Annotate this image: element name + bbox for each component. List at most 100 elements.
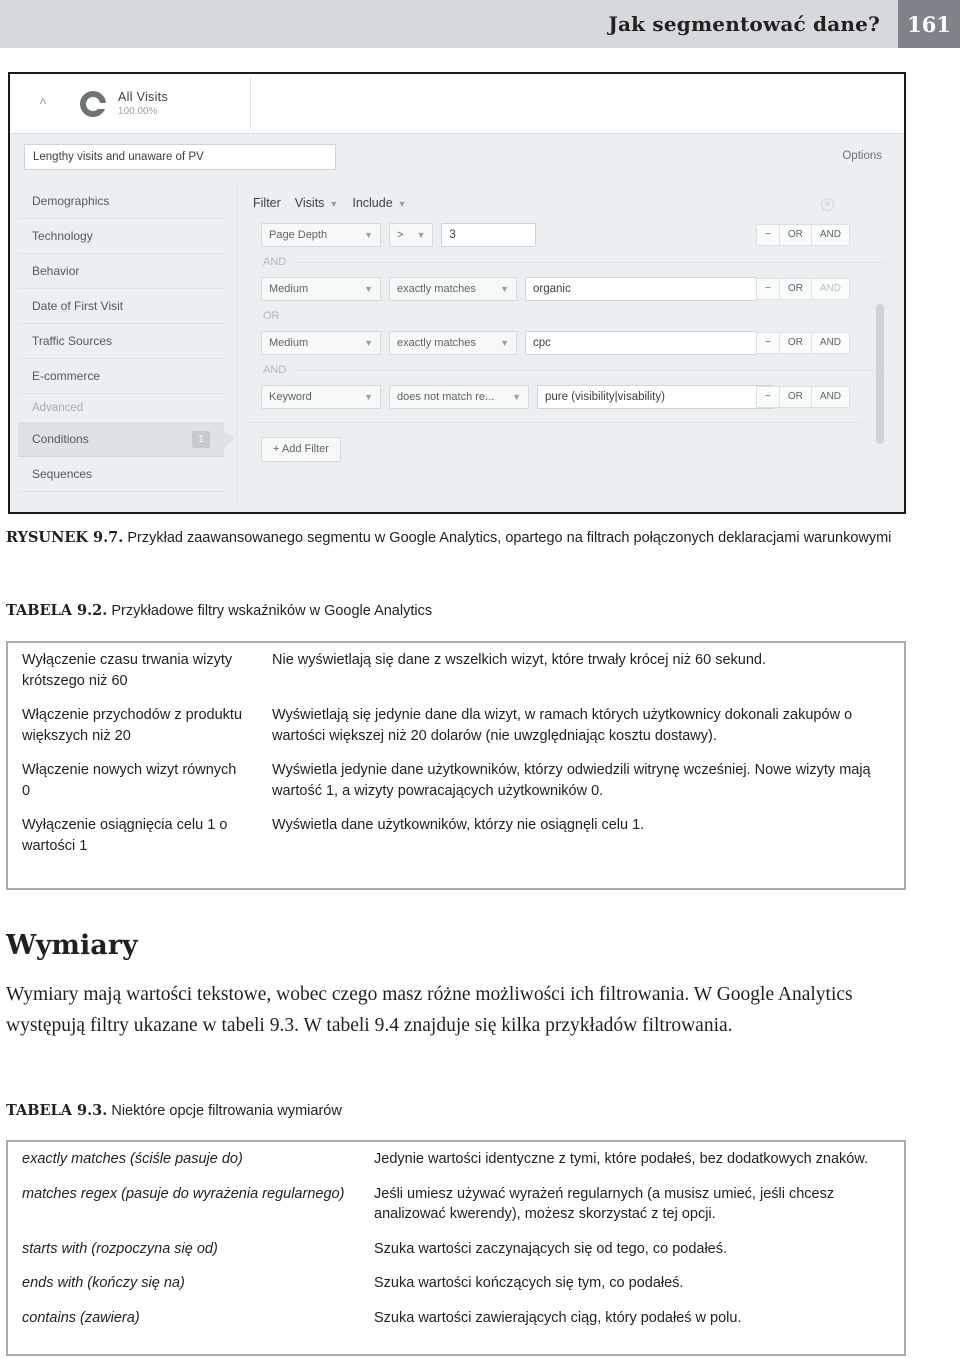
- or-button[interactable]: OR: [778, 279, 811, 299]
- dimension-dropdown[interactable]: Page Depth ▼: [261, 223, 381, 247]
- row-logic-controls[interactable]: − OR AND: [756, 278, 850, 300]
- table-cell-left: contains (zawiera): [22, 1309, 140, 1326]
- chevron-down-icon: ▼: [364, 230, 373, 240]
- sidebar-item-date-of-first-visit[interactable]: Date of First Visit: [18, 289, 224, 324]
- chevron-down-icon: ▼: [364, 338, 373, 348]
- sidebar-item-sequences[interactable]: Sequences: [18, 457, 224, 492]
- table-cell-right: Jedynie wartości identyczne z tymi, któr…: [374, 1151, 869, 1167]
- conditions-filter-panel: Filter Visits ▼ Include ▼ ✕ Page Depth ▼ > ▼…: [236, 184, 886, 504]
- and-button[interactable]: AND: [810, 225, 849, 245]
- and-button[interactable]: AND: [810, 279, 849, 299]
- close-icon[interactable]: ✕: [821, 198, 834, 211]
- table-cell-left: Włączenie nowych wizyt równych 0: [22, 762, 237, 799]
- row-logic-controls[interactable]: − OR AND: [756, 332, 850, 354]
- dimension-dropdown[interactable]: Medium ▼: [261, 331, 381, 355]
- remove-row-button[interactable]: −: [757, 225, 779, 245]
- panel-scrollbar[interactable]: [876, 304, 884, 444]
- running-head: Jak segmentować dane? 161: [0, 0, 960, 48]
- figure-caption-text: Przykład zaawansowanego segmentu w Googl…: [123, 530, 892, 546]
- chevron-down-icon: ▼: [364, 392, 373, 402]
- page-title: Jak segmentować dane?: [608, 12, 880, 36]
- condition-value-input[interactable]: cpc: [525, 331, 757, 355]
- table-cell-right: Szuka wartości zawierających ciąg, który…: [374, 1309, 742, 1326]
- nav-label: Behavior: [32, 264, 80, 278]
- condition-value-input[interactable]: organic: [525, 277, 757, 301]
- table-row: Wyłączenie czasu trwania wizyty krótszeg…: [8, 643, 904, 698]
- table-cell-left: Wyłączenie czasu trwania wizyty krótszeg…: [22, 652, 233, 689]
- condition-value-input[interactable]: pure (visibility|visability): [537, 385, 775, 409]
- and-button[interactable]: AND: [810, 387, 849, 407]
- nav-label: E-commerce: [32, 369, 101, 383]
- figure-caption: RYSUNEK 9.7. Przykład zaawansowanego seg…: [6, 527, 906, 549]
- table-93-caption: TABELA 9.3. Niektóre opcje filtrowania w…: [6, 1100, 906, 1122]
- connector-and: AND: [261, 360, 886, 380]
- dimension-value: Page Depth: [269, 229, 328, 241]
- connector-and: AND: [261, 252, 886, 272]
- sidebar-item-ecommerce[interactable]: E-commerce: [18, 359, 224, 394]
- table-row: Włączenie nowych wizyt równych 0 Wyświet…: [8, 753, 904, 808]
- operator-dropdown[interactable]: exactly matches ▼: [389, 277, 517, 301]
- nav-label: Demographics: [32, 194, 110, 208]
- dimension-dropdown[interactable]: Medium ▼: [261, 277, 381, 301]
- and-button[interactable]: AND: [810, 333, 849, 353]
- or-button[interactable]: OR: [778, 225, 811, 245]
- sidebar-item-behavior[interactable]: Behavior: [18, 254, 224, 289]
- table-cell-right: Wyświetla dane użytkowników, którzy nie …: [272, 817, 645, 834]
- table-cell-left: starts with (rozpoczyna się od): [22, 1240, 218, 1257]
- section-paragraph: Wymiary mają wartości tekstowe, wobec cz…: [6, 984, 853, 1036]
- all-visits-percent: 100.00%: [118, 106, 158, 117]
- condition-row: Medium ▼ exactly matches ▼ organic − OR AN…: [261, 272, 886, 306]
- conditions-count-badge: 1: [192, 431, 210, 448]
- figure-caption-number: RYSUNEK 9.7.: [6, 529, 124, 546]
- sidebar-item-traffic-sources[interactable]: Traffic Sources: [18, 324, 224, 359]
- table-93: exactly matches (ściśle pasuje do) Jedyn…: [6, 1140, 906, 1356]
- operator-dropdown[interactable]: > ▼: [389, 223, 434, 247]
- condition-value-input[interactable]: 3: [441, 223, 537, 247]
- sidebar-item-conditions[interactable]: Conditions 1: [18, 422, 235, 457]
- table-92-caption: TABELA 9.2. Przykładowe filtry wskaźnikó…: [6, 600, 906, 622]
- all-visits-card[interactable]: All Visits 100.00%: [66, 77, 251, 130]
- running-head-bar: Jak segmentować dane?: [0, 0, 898, 48]
- remove-row-button[interactable]: −: [757, 333, 779, 353]
- table-92: Wyłączenie czasu trwania wizyty krótszeg…: [6, 641, 906, 890]
- table-cell-right: Wyświetla jedynie dane użytkowników, któ…: [272, 762, 871, 799]
- connector-or: OR: [261, 306, 886, 326]
- segment-name-input[interactable]: Lengthy visits and unaware of PV: [24, 144, 336, 170]
- dimension-dropdown[interactable]: Keyword ▼: [261, 385, 381, 409]
- table-row: Wyłączenie osiągnięcia celu 1 o wartości…: [8, 808, 904, 863]
- filter-mode-dropdown[interactable]: Include ▼: [352, 196, 406, 210]
- table-cell-left: Włączenie przychodów z produktu większyc…: [22, 707, 243, 744]
- page-number: 161: [898, 0, 960, 48]
- condition-row: Keyword ▼ does not match re... ▼ pure (vis…: [261, 380, 886, 414]
- table-cell-left: Wyłączenie osiągnięcia celu 1 o wartości…: [22, 817, 228, 855]
- chevron-down-icon: ▼: [329, 199, 339, 209]
- chevron-down-icon: ▼: [397, 199, 407, 209]
- table-cell-left: exactly matches (ściśle pasuje do): [22, 1151, 243, 1167]
- table-cell-left: ends with (kończy się na): [22, 1275, 185, 1292]
- table-row: matches regex (pasuje do wyrażenia regul…: [8, 1177, 904, 1232]
- table-cell-right: Szuka wartości zaczynających się od tego…: [374, 1240, 728, 1257]
- row-logic-controls[interactable]: − OR AND: [756, 386, 850, 408]
- add-filter-button[interactable]: + Add Filter: [261, 437, 341, 462]
- filter-scope-value: Visits: [294, 196, 325, 210]
- row-logic-controls[interactable]: − OR AND: [756, 224, 850, 246]
- operator-dropdown[interactable]: does not match re... ▼: [389, 385, 529, 409]
- chevron-down-icon: ▼: [500, 284, 509, 294]
- operator-value: does not match re...: [397, 391, 495, 403]
- sidebar-item-demographics[interactable]: Demographics: [18, 184, 224, 219]
- or-button[interactable]: OR: [778, 387, 811, 407]
- options-link[interactable]: Options: [842, 150, 882, 162]
- table-cell-right: Szuka wartości kończących się tym, co po…: [374, 1275, 684, 1292]
- chevron-up-icon[interactable]: ^: [32, 96, 54, 114]
- remove-row-button[interactable]: −: [757, 279, 779, 299]
- nav-label: Conditions: [32, 432, 89, 446]
- table-cell-right: Nie wyświetlają się dane z wszelkich wiz…: [272, 652, 766, 668]
- operator-dropdown[interactable]: exactly matches ▼: [389, 331, 517, 355]
- condition-row: Page Depth ▼ > ▼ 3 − OR AND: [261, 218, 886, 252]
- sidebar-item-technology[interactable]: Technology: [18, 219, 224, 254]
- filter-scope-dropdown[interactable]: Visits ▼: [295, 196, 339, 210]
- connector-label: AND: [263, 256, 287, 268]
- remove-row-button[interactable]: −: [757, 387, 779, 407]
- or-button[interactable]: OR: [778, 333, 811, 353]
- condition-row: Medium ▼ exactly matches ▼ cpc − OR AND: [261, 326, 886, 360]
